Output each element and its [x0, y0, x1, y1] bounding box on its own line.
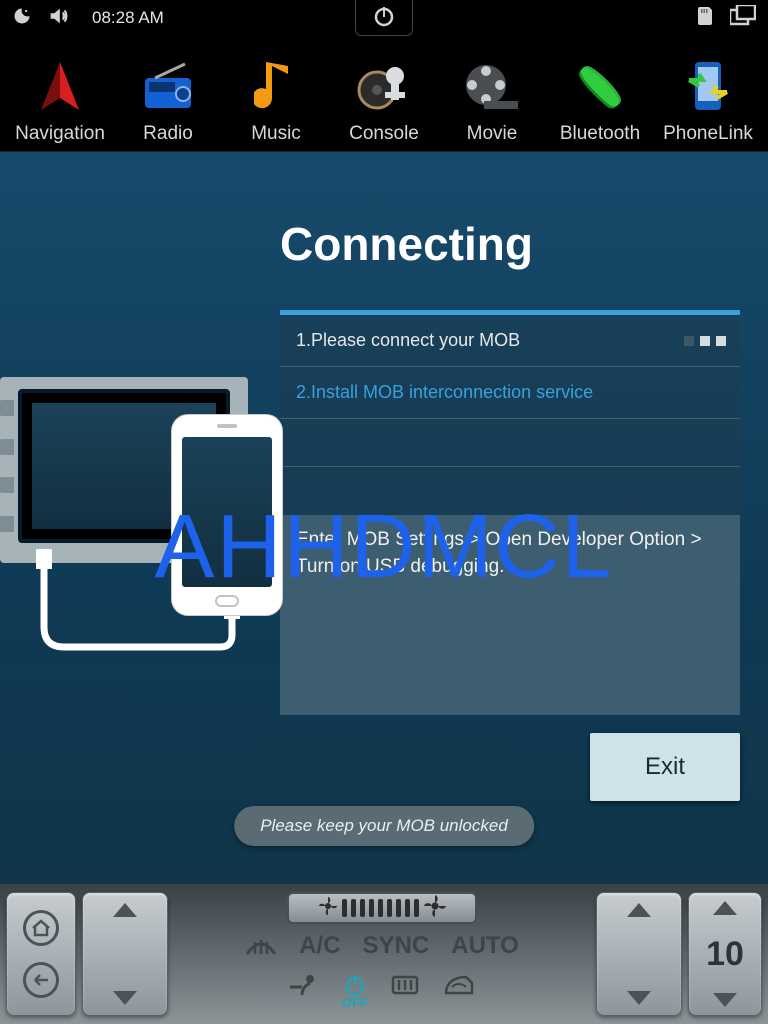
step-2-text: 2.Install MOB interconnection service [296, 382, 593, 403]
steps-panel: 1.Please connect your MOB 2.Install MOB … [280, 310, 740, 715]
fan-icon [423, 894, 447, 923]
chevron-down-icon [113, 991, 137, 1005]
app-label: Music [251, 123, 301, 145]
climate-bar: A/C SYNC AUTO OFF 10 [0, 884, 768, 1024]
app-label: Bluetooth [560, 123, 640, 145]
app-radio[interactable]: Radio [114, 57, 222, 145]
chevron-up-icon [113, 903, 137, 917]
temp-down-icon[interactable] [713, 993, 737, 1007]
hint-pill: Please keep your MOB unlocked [234, 806, 534, 846]
app-label: Radio [143, 123, 193, 145]
chevron-up-icon [627, 903, 651, 917]
app-label: Movie [467, 123, 518, 145]
ac-button[interactable]: A/C [299, 932, 340, 965]
back-button[interactable] [23, 962, 59, 998]
step-3[interactable] [280, 419, 740, 467]
multiwindow-icon[interactable] [730, 5, 756, 32]
phonelink-icon [678, 57, 738, 117]
right-seat-heat[interactable] [596, 892, 682, 1016]
radio-icon [138, 57, 198, 117]
phonelink-connecting-screen: Connecting 1.Please connect your MOB 2.I… [0, 152, 768, 884]
climate-center: A/C SYNC AUTO OFF [174, 892, 590, 1016]
night-mode-icon[interactable] [12, 6, 32, 31]
app-launcher-row: Navigation Radio Music Console Movie Blu… [0, 36, 768, 152]
exit-label: Exit [645, 753, 685, 781]
nav-buttons-col [6, 892, 76, 1016]
app-label: Navigation [15, 123, 105, 145]
left-seat-heat[interactable] [82, 892, 168, 1016]
temp-value: 10 [706, 935, 744, 974]
seat-heat-left-icon [105, 934, 145, 974]
airflow-body-icon[interactable] [286, 973, 320, 1010]
page-title: Connecting [280, 217, 533, 271]
step-progress-indicator [684, 336, 726, 346]
instructions-box: Enter MOB Settings > Open Developer Opti… [280, 515, 740, 715]
fan-icon [318, 896, 338, 921]
app-phonelink[interactable]: PhoneLink [654, 57, 762, 145]
front-defrost-icon[interactable] [245, 932, 277, 965]
off-label: OFF [342, 995, 368, 1010]
console-icon [354, 57, 414, 117]
step-4[interactable] [280, 467, 740, 515]
sync-button[interactable]: SYNC [363, 932, 430, 965]
app-movie[interactable]: Movie [438, 57, 546, 145]
sd-card-icon [698, 7, 712, 30]
mute-icon[interactable] [46, 5, 70, 32]
step-1[interactable]: 1.Please connect your MOB [280, 315, 740, 367]
home-button[interactable] [23, 910, 59, 946]
temp-up-icon[interactable] [713, 901, 737, 915]
rear-defrost-icon[interactable] [390, 973, 420, 1010]
right-temp-control[interactable]: 10 [688, 892, 762, 1016]
step-2[interactable]: 2.Install MOB interconnection service [280, 367, 740, 419]
recirculate-icon[interactable] [442, 973, 478, 1010]
hint-text: Please keep your MOB unlocked [260, 816, 508, 835]
connection-graphic [0, 377, 270, 677]
movie-icon [462, 57, 522, 117]
status-bar: 08:28 AM [0, 0, 768, 36]
bluetooth-phone-icon [570, 57, 630, 117]
app-bluetooth[interactable]: Bluetooth [546, 57, 654, 145]
navigation-icon [30, 57, 90, 117]
step-1-text: 1.Please connect your MOB [296, 330, 520, 351]
instructions-text: Enter MOB Settings > Open Developer Opti… [296, 529, 702, 577]
auto-button[interactable]: AUTO [451, 932, 519, 965]
app-label: Console [349, 123, 419, 145]
exit-button[interactable]: Exit [590, 733, 740, 801]
fan-speed-bar[interactable] [287, 892, 477, 924]
phone-graphic [172, 415, 282, 615]
music-icon [246, 57, 306, 117]
chevron-down-icon [627, 991, 651, 1005]
power-off-button[interactable]: OFF [342, 973, 368, 1010]
seat-heat-right-icon [619, 934, 659, 974]
app-navigation[interactable]: Navigation [6, 57, 114, 145]
app-console[interactable]: Console [330, 57, 438, 145]
app-music[interactable]: Music [222, 57, 330, 145]
power-button[interactable] [355, 0, 413, 36]
clock-text: 08:28 AM [92, 8, 164, 28]
app-label: PhoneLink [663, 123, 753, 145]
